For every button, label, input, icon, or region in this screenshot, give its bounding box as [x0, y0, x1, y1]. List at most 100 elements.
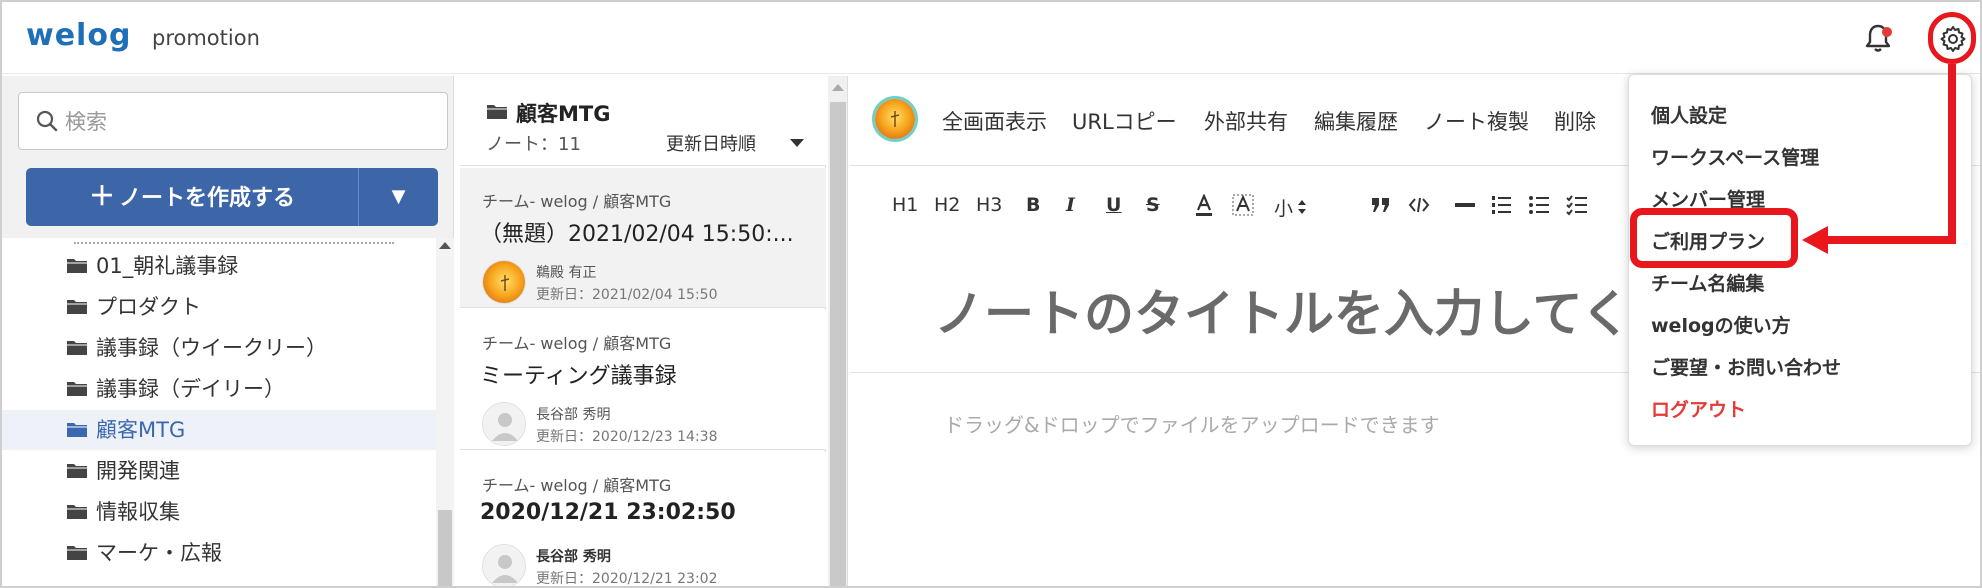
note-title: ミーティング議事録 [480, 364, 677, 389]
scroll-thumb[interactable] [830, 102, 846, 586]
plus-icon: ＋ [88, 182, 115, 212]
top-header: welog promotion [2, 2, 1980, 74]
folder-item[interactable]: 情報収集 [2, 492, 436, 532]
note-title-input[interactable]: ノートのタイトルを入力してくだ [934, 274, 1681, 346]
folder-item[interactable]: 議事録（ウイークリー） [2, 328, 436, 368]
folder-icon [67, 341, 87, 355]
scroll-up-icon[interactable] [832, 84, 844, 91]
folder-item[interactable]: 議事録（デイリー） [2, 369, 436, 409]
avatar [482, 260, 526, 304]
folder-item[interactable]: マーケ・広報 [2, 533, 436, 573]
sunset-avatar-icon [483, 261, 525, 303]
duplicate-note-button[interactable]: ノート複製 [1424, 106, 1529, 136]
avatar [482, 402, 526, 446]
user-icon [483, 545, 525, 586]
note-updated: 更新日：2021/02/04 15:50 [536, 287, 718, 303]
folder-label: 議事録（デイリー） [96, 377, 285, 401]
edit-history-button[interactable]: 編集履歴 [1314, 106, 1398, 136]
highlight-color-icon[interactable] [1232, 194, 1254, 218]
underline-button[interactable]: U [1106, 194, 1121, 216]
notification-dot [1882, 27, 1892, 37]
font-size-select[interactable]: 小 [1274, 194, 1293, 221]
gear-icon [1940, 26, 1966, 52]
folder-icon [67, 259, 87, 273]
settings-button[interactable] [1928, 12, 1976, 64]
chevron-down-icon: ▼ [391, 186, 406, 207]
heading1-button[interactable]: H1 [892, 194, 918, 216]
avatar [482, 544, 526, 586]
annotation-arrow-line [1948, 64, 1956, 244]
note-list: 顧客MTG ノート：11 更新日時順 チーム- welog / 顧客MTG （無… [460, 76, 826, 586]
note-updated: 更新日：2020/12/23 14:38 [536, 429, 718, 445]
workspace-name[interactable]: promotion [152, 26, 260, 50]
create-note-dropdown[interactable]: ▼ [358, 168, 438, 226]
search-box[interactable] [18, 92, 448, 150]
folder-tree: 01_朝礼議事録 プロダクト議事録（ウイークリー） 議事録（デイリー） 顧客MTG 開発… [2, 238, 436, 586]
external-share-button[interactable]: 外部共有 [1204, 106, 1288, 136]
italic-button[interactable]: I [1066, 194, 1075, 216]
annotation-arrow-head [1802, 226, 1828, 254]
ordered-list-icon[interactable] [1490, 194, 1512, 216]
menu-item-team-name[interactable]: チーム名編集 [1651, 269, 1764, 296]
avatar [872, 96, 918, 142]
folder-icon [67, 464, 87, 478]
bold-button[interactable]: B [1026, 194, 1040, 216]
text-color-icon[interactable] [1194, 194, 1214, 218]
scroll-thumb[interactable] [438, 510, 452, 586]
note-author: 鵜殿 有正 [536, 265, 597, 281]
welog-logo[interactable]: welog [26, 18, 131, 53]
note-path: チーム- welog / 顧客MTG [482, 334, 672, 353]
code-icon[interactable] [1408, 196, 1430, 214]
folder-label: 議事録（ウイークリー） [96, 336, 327, 360]
bullet-list-icon[interactable] [1528, 194, 1550, 216]
folder-label: 顧客MTG [96, 418, 186, 442]
menu-item-personal-settings[interactable]: 個人設定 [1651, 101, 1727, 128]
folder-label: 01_朝礼議事録 [96, 254, 239, 278]
folder-item[interactable]: 顧客MTG [2, 410, 436, 450]
folder-icon [487, 105, 507, 119]
folder-icon [67, 382, 87, 396]
folder-item[interactable]: 開発関連 [2, 451, 436, 491]
folder-label: 情報収集 [96, 500, 180, 524]
note-author: 長谷部 秀明 [536, 407, 611, 423]
fullscreen-button[interactable]: 全画面表示 [942, 106, 1047, 136]
strikethrough-button[interactable]: S [1146, 194, 1160, 216]
sort-select[interactable]: 更新日時順 [666, 130, 756, 156]
bell-icon[interactable] [1860, 20, 1896, 56]
scroll-up-icon[interactable] [439, 242, 451, 249]
folder-tree-cut [74, 238, 394, 244]
updown-icon[interactable] [1296, 198, 1308, 216]
note-card[interactable]: チーム- welog / 顧客MTG （無題）2021/02/04 15:50:… [460, 168, 826, 308]
note-card[interactable]: チーム- welog / 顧客MTG 2020/12/21 23:02:50 長… [460, 452, 826, 586]
menu-item-how-to-use[interactable]: welogの使い方 [1651, 311, 1791, 338]
folder-tree-scrollbar[interactable] [436, 238, 454, 586]
annotation-highlight [1630, 208, 1798, 268]
menu-item-logout[interactable]: ログアウト [1651, 395, 1746, 422]
chevron-down-icon[interactable] [790, 139, 804, 147]
heading3-button[interactable]: H3 [976, 194, 1002, 216]
note-card[interactable]: チーム- welog / 顧客MTG ミーティング議事録 長谷部 秀明 更新日：… [460, 310, 826, 450]
copy-url-button[interactable]: URLコピー [1072, 106, 1177, 136]
note-title: 2020/12/21 23:02:50 [480, 500, 736, 525]
menu-item-workspace-management[interactable]: ワークスペース管理 [1651, 143, 1819, 170]
delete-note-button[interactable]: 削除 [1554, 106, 1596, 136]
folder-item[interactable]: プロダクト [2, 287, 436, 327]
folder-icon [67, 423, 87, 437]
folder-item[interactable]: 01_朝礼議事録 [2, 246, 436, 286]
horizontal-rule-icon[interactable] [1454, 202, 1476, 208]
note-body-input[interactable]: ドラッグ&ドロップでファイルをアップロードできます [944, 409, 1440, 438]
note-author: 長谷部 秀明 [536, 549, 611, 565]
sidebar: ＋ノートを作成する ▼ 01_朝礼議事録プロダクト議事録（ウイークリー） 議事録（… [2, 76, 454, 586]
folder-icon [67, 505, 87, 519]
checklist-icon[interactable] [1566, 194, 1588, 216]
folder-label: プロダクト [96, 295, 201, 319]
user-icon [483, 403, 525, 445]
menu-item-contact[interactable]: ご要望・お問い合わせ [1651, 353, 1841, 380]
note-list-scrollbar[interactable] [828, 76, 848, 586]
heading2-button[interactable]: H2 [934, 194, 960, 216]
folder-label: マーケ・広報 [96, 541, 222, 565]
quote-icon[interactable] [1370, 196, 1392, 214]
create-note-button[interactable]: ＋ノートを作成する [26, 168, 358, 226]
search-input[interactable] [65, 103, 435, 141]
note-count: ノート：11 [486, 134, 581, 155]
